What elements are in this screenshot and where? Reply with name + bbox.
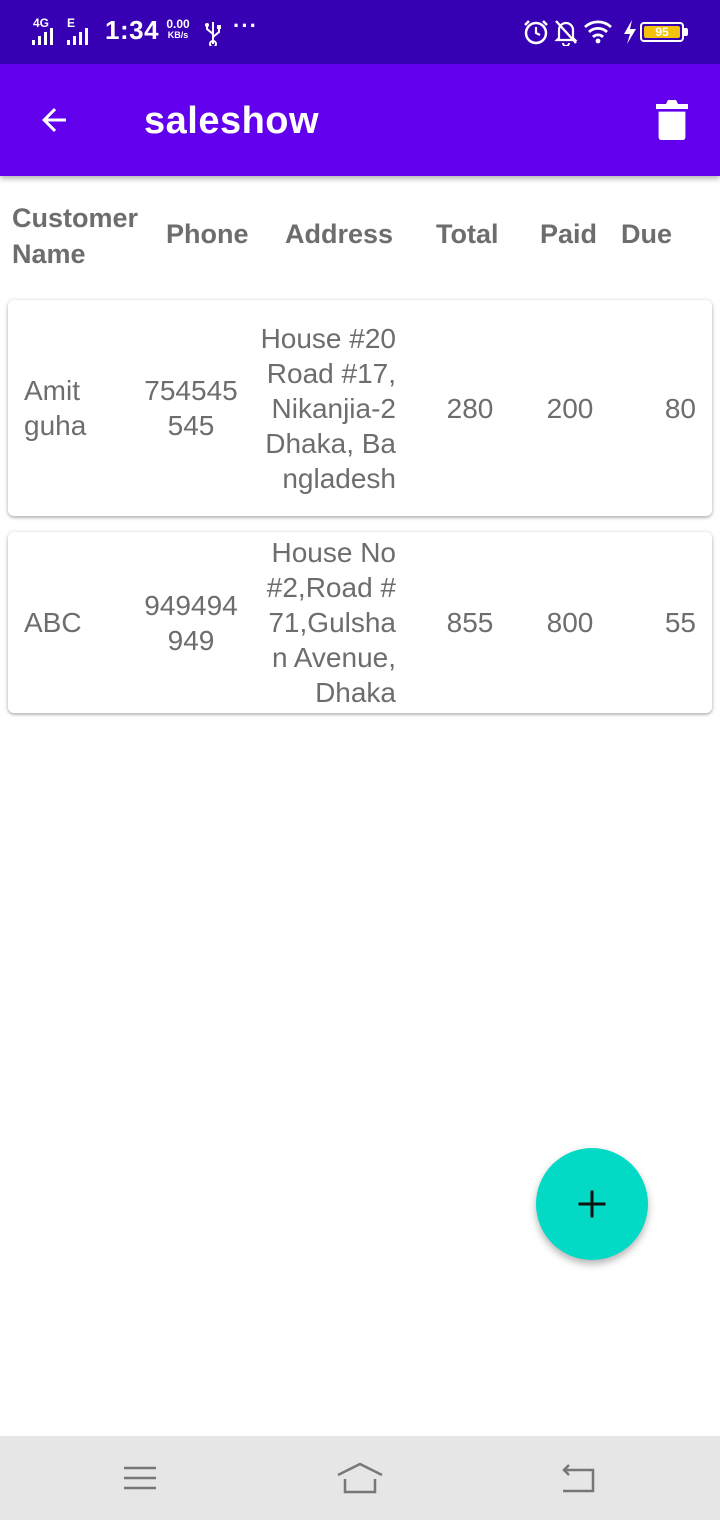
app-bar: saleshow — [0, 64, 720, 176]
cell-total: 855 — [446, 607, 494, 638]
status-bar: 4G E 1:34 0.00 KB/s ··· 95 — [0, 0, 720, 64]
cell-due: 80 — [664, 392, 696, 424]
menu-icon — [124, 1466, 156, 1490]
table-row[interactable]: ABC 949494949 House No #2,Road #71,Gulsh… — [8, 532, 712, 713]
mute-bell-icon — [554, 20, 578, 46]
table-row[interactable]: Amit guha 754545545 House #20 Road #17, … — [8, 300, 712, 516]
clock: 1:34 — [105, 15, 160, 45]
system-nav-bar — [0, 1436, 720, 1520]
battery-level: 95 — [644, 26, 680, 38]
battery-icon: 95 — [640, 22, 688, 42]
table-header: Customer Name Phone Address Total Paid D… — [0, 190, 720, 286]
delete-button[interactable] — [644, 92, 700, 148]
plus-icon — [578, 1190, 606, 1218]
page-title: saleshow — [144, 100, 320, 142]
svg-text:E: E — [67, 16, 75, 30]
cell-address: House #20 Road #17, Nikanjia-2 Dhaka, Ba… — [260, 322, 396, 494]
network-speed-value: 0.00 — [166, 17, 190, 31]
network-speed-unit: KB/s — [167, 30, 189, 40]
header-customer-name: Customer Name — [12, 203, 139, 269]
trash-icon — [656, 100, 688, 140]
cell-address: House No #2,Road #71,Gulshan Avenue,Dhak… — [266, 537, 396, 708]
cell-paid: 200 — [546, 392, 594, 424]
cell-due: 55 — [664, 607, 696, 638]
cell-paid: 800 — [546, 607, 594, 638]
cell-phone: 754545545 — [144, 375, 238, 441]
sales-list: Amit guha 754545545 House #20 Road #17, … — [0, 300, 720, 729]
recent-apps-button[interactable] — [118, 1458, 162, 1498]
header-paid: Paid — [540, 219, 598, 249]
svg-text:4G: 4G — [33, 16, 49, 30]
screen: 4G E 1:34 0.00 KB/s ··· 95 saleshow Cust… — [0, 0, 720, 1520]
cell-total: 280 — [446, 392, 494, 424]
cell-customer-name: Amit guha — [24, 375, 87, 441]
network-speed: 0.00 KB/s — [163, 18, 193, 40]
home-icon — [337, 1462, 383, 1494]
header-due: Due — [621, 219, 673, 249]
header-address: Address — [285, 219, 394, 249]
back-button[interactable] — [26, 92, 82, 148]
cell-phone: 949494949 — [144, 589, 238, 656]
arrow-left-icon — [42, 108, 66, 132]
home-button[interactable] — [336, 1458, 384, 1498]
header-total: Total — [436, 219, 499, 249]
add-sale-button[interactable] — [536, 1148, 648, 1260]
back-icon — [562, 1464, 595, 1493]
charging-icon — [624, 20, 636, 44]
header-phone: Phone — [166, 219, 249, 249]
wifi-icon — [584, 20, 612, 44]
alarm-icon — [524, 20, 548, 45]
system-back-button[interactable] — [556, 1458, 600, 1498]
signal-icon: 4G E — [32, 16, 88, 45]
cell-customer-name: ABC — [24, 607, 82, 638]
usb-icon — [205, 22, 221, 46]
more-notifications-icon: ··· — [233, 13, 258, 38]
